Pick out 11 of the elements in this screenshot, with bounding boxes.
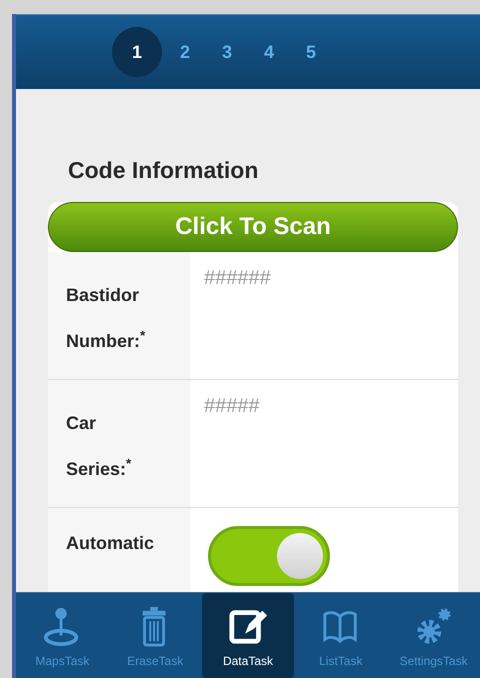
field-label: Bastidor Number:$^{*}$ xyxy=(48,252,190,378)
field-label: Car Series:$^{*}$ xyxy=(48,380,190,506)
scan-button[interactable]: Click To Scan xyxy=(48,202,458,252)
section-title: Code Information xyxy=(68,156,260,185)
tab[interactable]: SettingsTask xyxy=(387,593,480,678)
page-number[interactable]: 1 xyxy=(112,27,162,77)
field-label: Automatic xyxy=(48,508,190,592)
tab[interactable]: DataTask xyxy=(202,593,294,678)
tab[interactable]: EraseTask xyxy=(108,593,202,678)
tab[interactable]: ListTask xyxy=(294,593,388,678)
tab[interactable]: MapsTask xyxy=(16,593,109,678)
